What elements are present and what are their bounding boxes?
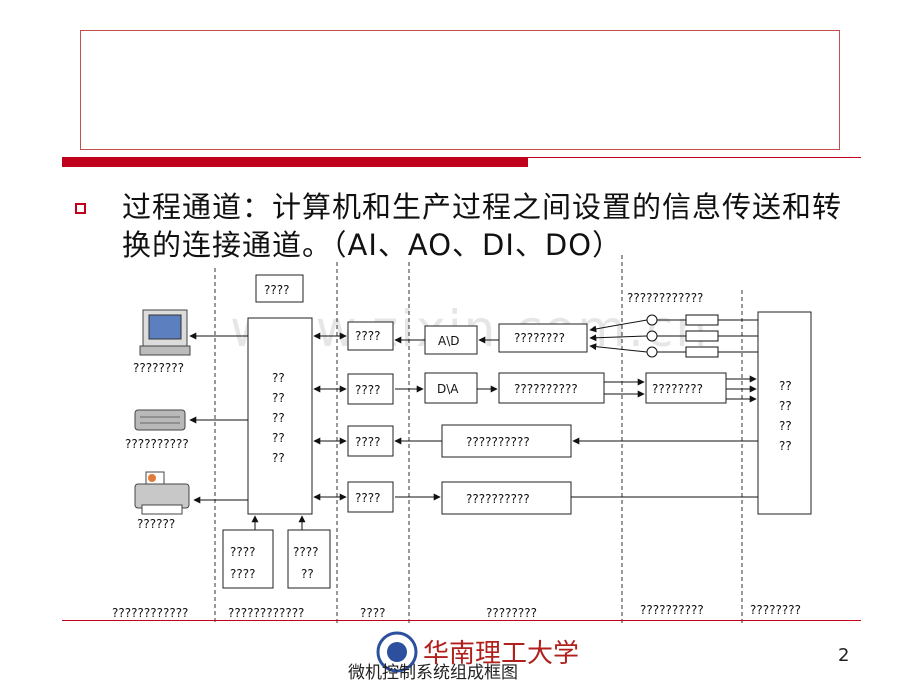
channel-label: ???????? (514, 331, 565, 345)
host-line: ?? (272, 431, 285, 445)
host-line: ?? (272, 391, 285, 405)
lower-box-line: ?? (301, 567, 314, 581)
sensor-icon (646, 330, 658, 342)
interface-label: ???? (355, 491, 380, 505)
interface-label: ???? (355, 329, 380, 343)
da-label: D\A (437, 382, 459, 396)
printer-icon (134, 471, 190, 515)
channel-label: ?????????? (466, 492, 530, 506)
output-label: ???????? (652, 382, 703, 396)
process-box (757, 311, 812, 515)
host-line: ?? (272, 371, 285, 385)
footer-label: ?????????? (640, 603, 704, 617)
interface-label: ???? (355, 435, 380, 449)
computer-monitor-icon (139, 309, 191, 356)
printer-label: ?????? (137, 517, 175, 531)
footer-label: ???????????? (112, 606, 188, 620)
control-system-diagram: ???????? ?????????? ?????? ???? ?? ?? ??… (112, 255, 812, 625)
plant-line: ?? (779, 439, 792, 453)
top-box-label: ???? (264, 283, 289, 297)
footer-label: ???????????? (228, 606, 304, 620)
footer-label: ???????? (486, 606, 537, 620)
plant-line: ?? (779, 419, 792, 433)
computer-label: ???????? (133, 361, 184, 375)
arrow (589, 343, 648, 353)
arrow (589, 319, 648, 333)
interface-label: ???? (355, 383, 380, 397)
plant-line: ?? (779, 379, 792, 393)
lower-box-line: ???? (230, 567, 255, 581)
sensor-icon (646, 346, 658, 358)
channel-label: ?????????? (514, 382, 578, 396)
page-number: 2 (838, 645, 850, 666)
sensor-row-label: ???????????? (627, 291, 703, 305)
footer-label: ???????? (750, 603, 801, 617)
channel-label: ?????????? (466, 435, 530, 449)
footer-label: ???? (360, 606, 385, 620)
plant-line: ?? (779, 399, 792, 413)
arrow (589, 334, 648, 342)
host-line: ?? (272, 451, 285, 465)
sensor-resistor (685, 314, 719, 326)
sensor-resistor (685, 330, 719, 342)
sensor-icon (646, 314, 658, 326)
lower-box-line: ???? (293, 545, 318, 559)
host-line: ?? (272, 411, 285, 425)
ad-label: A\D (438, 334, 460, 348)
footer-rule (62, 620, 861, 621)
sensor-resistor (685, 346, 719, 358)
lower-box-line: ???? (230, 545, 255, 559)
figure-caption: 微机控制系统组成框图 (348, 663, 518, 683)
keyboard-label: ?????????? (125, 437, 189, 451)
keyboard-icon (134, 409, 186, 431)
